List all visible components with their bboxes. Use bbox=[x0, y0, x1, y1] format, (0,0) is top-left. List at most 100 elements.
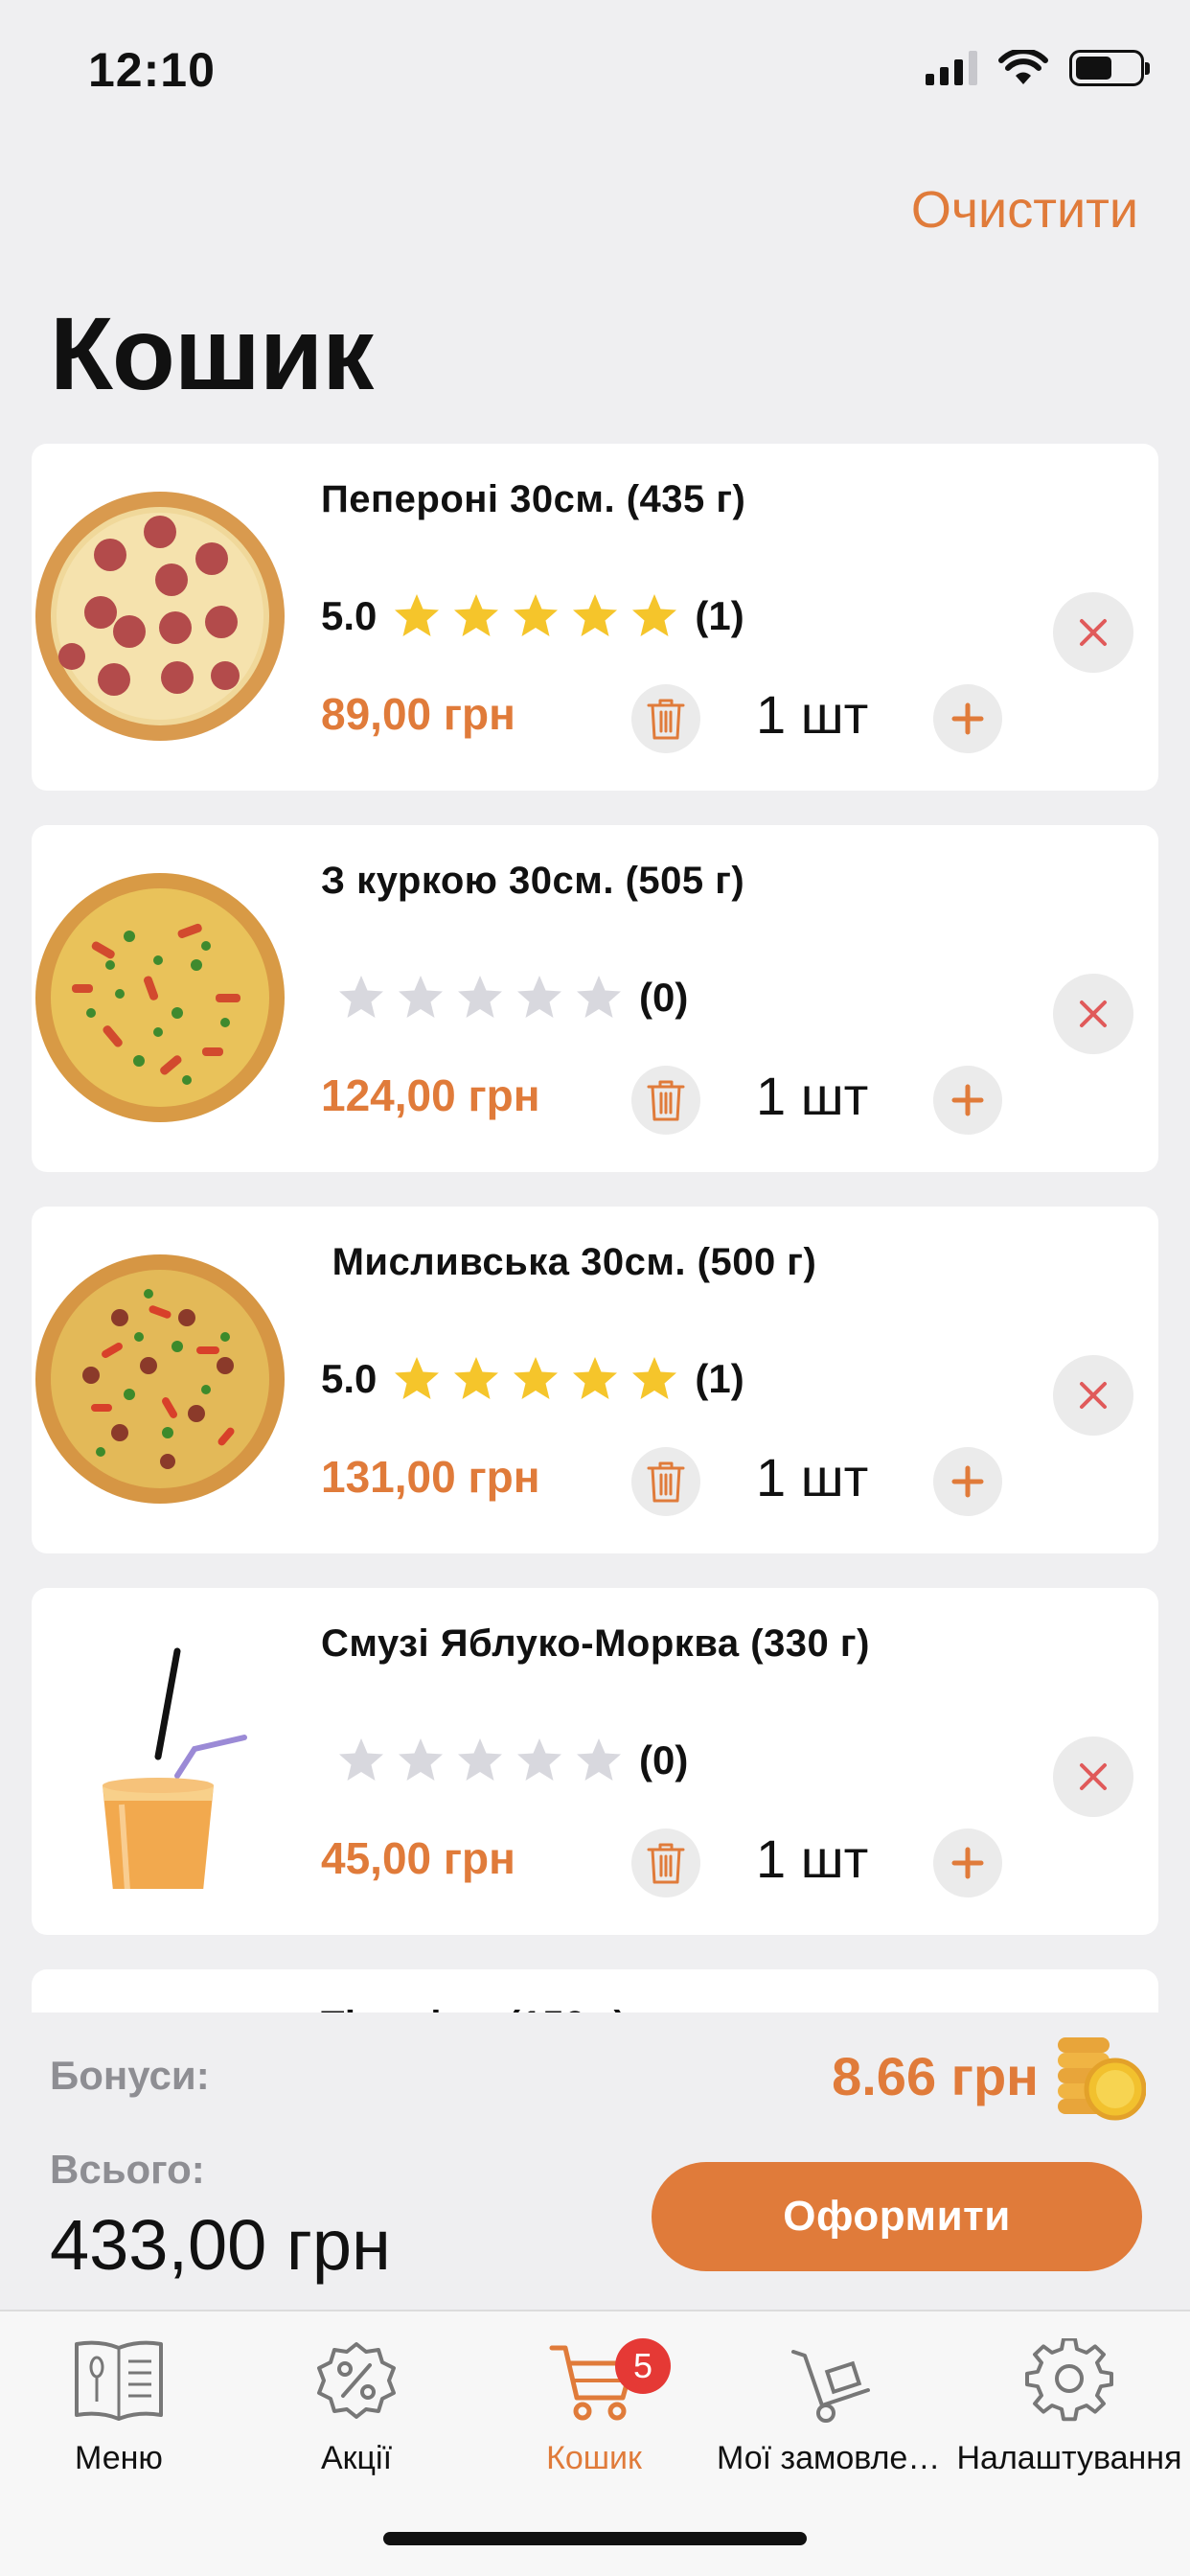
rating-row: (0) bbox=[321, 1732, 688, 1789]
star-empty-icon bbox=[517, 976, 561, 1018]
cart-item: Пепероні 30см. (435 г) 5.0 (1) 89,00 грн… bbox=[32, 444, 1158, 791]
coins-icon bbox=[1058, 2037, 1146, 2121]
wifi-icon bbox=[998, 50, 1048, 84]
star-empty-icon bbox=[339, 976, 383, 1018]
trash-icon bbox=[647, 699, 685, 740]
pepperoni-pizza-image bbox=[35, 492, 285, 741]
tab-promotions[interactable]: Акції bbox=[238, 2338, 475, 2477]
star-empty-icon bbox=[458, 976, 502, 1018]
tab-label: Меню bbox=[75, 2440, 163, 2476]
tab-menu[interactable]: Меню bbox=[0, 2338, 238, 2477]
close-icon bbox=[1080, 1000, 1107, 1027]
remove-item-button[interactable] bbox=[1053, 974, 1133, 1054]
star-rating bbox=[336, 973, 624, 1023]
rating-row: 5.0 (1) bbox=[321, 1350, 744, 1408]
decrease-quantity-button[interactable] bbox=[631, 684, 700, 753]
increase-quantity-button[interactable] bbox=[933, 1828, 1002, 1898]
star-empty-icon bbox=[517, 1738, 561, 1781]
status-icons bbox=[926, 50, 1150, 86]
star-rating bbox=[392, 591, 679, 641]
star-filled-icon bbox=[454, 1357, 499, 1399]
plus-icon bbox=[951, 1847, 984, 1879]
status-time: 12:10 bbox=[88, 43, 216, 97]
increase-quantity-button[interactable] bbox=[933, 684, 1002, 753]
item-name: Смузі Яблуко-Морква (330 г) bbox=[321, 1622, 870, 1665]
star-filled-icon bbox=[573, 1357, 618, 1399]
star-empty-icon bbox=[399, 1738, 443, 1781]
item-name: Пепероні 30см. (435 г) bbox=[321, 478, 746, 520]
plus-icon bbox=[951, 1084, 984, 1116]
star-empty-icon bbox=[458, 1738, 502, 1781]
rating-count: (0) bbox=[639, 975, 689, 1020]
plus-icon bbox=[951, 702, 984, 735]
star-empty-icon bbox=[577, 976, 621, 1018]
star-rating bbox=[336, 1736, 624, 1785]
star-rating bbox=[392, 1354, 679, 1404]
cart-item: Мисливська 30см. (500 г) 5.0 (1) 131,00 … bbox=[32, 1207, 1158, 1553]
star-filled-icon bbox=[395, 1357, 440, 1399]
remove-item-button[interactable] bbox=[1053, 592, 1133, 673]
decrease-quantity-button[interactable] bbox=[631, 1828, 700, 1898]
decrease-quantity-button[interactable] bbox=[631, 1066, 700, 1135]
tab-my-orders[interactable]: Мої замовлення bbox=[713, 2338, 950, 2477]
tab-label: Кошик bbox=[546, 2440, 642, 2476]
cellular-signal-icon bbox=[926, 51, 977, 85]
item-name: З куркою 30см. (505 г) bbox=[321, 860, 745, 902]
star-filled-icon bbox=[632, 1357, 677, 1399]
item-quantity: 1 шт bbox=[756, 684, 869, 745]
bonus-value: 8.66 грн bbox=[832, 2046, 1039, 2106]
rating-count: (1) bbox=[695, 593, 744, 638]
plus-icon bbox=[951, 1465, 984, 1498]
star-filled-icon bbox=[454, 594, 499, 636]
item-quantity: 1 шт bbox=[756, 1447, 869, 1507]
cart-item: З куркою 30см. (505 г) (0) 124,00 грн 1 … bbox=[32, 825, 1158, 1172]
battery-icon bbox=[1069, 50, 1150, 86]
rating-score: 5.0 bbox=[321, 1356, 378, 1401]
hunter-pizza-image bbox=[35, 1254, 285, 1504]
star-filled-icon bbox=[632, 594, 677, 636]
chicken-pizza-image bbox=[35, 873, 285, 1122]
star-filled-icon bbox=[395, 594, 440, 636]
tab-cart[interactable]: 5 Кошик bbox=[475, 2338, 713, 2477]
tab-bar: Меню Акції 5 Кошик Мої замовлення Налашт… bbox=[0, 2310, 1190, 2576]
checkout-button[interactable]: Оформити bbox=[652, 2162, 1142, 2271]
item-name: Мисливська 30см. (500 г) bbox=[321, 1241, 817, 1283]
remove-item-button[interactable] bbox=[1053, 1355, 1133, 1436]
cart-item: Смузі Яблуко-Морква (330 г) (0) 45,00 гр… bbox=[32, 1588, 1158, 1935]
remove-item-button[interactable] bbox=[1053, 1736, 1133, 1817]
gear-icon bbox=[1025, 2338, 1113, 2422]
increase-quantity-button[interactable] bbox=[933, 1447, 1002, 1516]
hand-truck-icon bbox=[791, 2350, 870, 2423]
item-price: 89,00 грн bbox=[321, 689, 515, 739]
close-icon bbox=[1080, 619, 1107, 646]
rating-count: (1) bbox=[695, 1356, 744, 1401]
rating-row: (0) bbox=[321, 969, 688, 1026]
rating-count: (0) bbox=[639, 1737, 689, 1782]
order-summary: Бонуси: 8.66 грн Всього: 433,00 грн Офор… bbox=[0, 2012, 1190, 2310]
bonus-label: Бонуси: bbox=[50, 2053, 210, 2098]
close-icon bbox=[1080, 1382, 1107, 1409]
total-label: Всього: bbox=[50, 2147, 205, 2192]
rating-score: 5.0 bbox=[321, 593, 378, 638]
cart-count-badge: 5 bbox=[615, 2338, 671, 2394]
star-empty-icon bbox=[399, 976, 443, 1018]
star-empty-icon bbox=[577, 1738, 621, 1781]
tab-settings[interactable]: Налаштування bbox=[950, 2338, 1188, 2477]
item-price: 124,00 грн bbox=[321, 1070, 540, 1120]
close-icon bbox=[1080, 1763, 1107, 1790]
clear-cart-button[interactable]: Очистити bbox=[911, 180, 1138, 240]
menu-book-icon bbox=[75, 2340, 163, 2421]
total-value: 433,00 грн bbox=[50, 2205, 391, 2285]
rating-row: 5.0 (1) bbox=[321, 587, 744, 645]
item-quantity: 1 шт bbox=[756, 1828, 869, 1889]
tab-label: Акції bbox=[320, 2440, 393, 2476]
trash-icon bbox=[647, 1461, 685, 1503]
decrease-quantity-button[interactable] bbox=[631, 1447, 700, 1516]
star-filled-icon bbox=[573, 594, 618, 636]
smoothie-glass-image bbox=[103, 1647, 247, 1889]
star-filled-icon bbox=[514, 594, 559, 636]
cart-list[interactable]: Пепероні 30см. (435 г) 5.0 (1) 89,00 грн… bbox=[32, 444, 1158, 2020]
increase-quantity-button[interactable] bbox=[933, 1066, 1002, 1135]
status-bar: 12:10 bbox=[0, 0, 1190, 144]
discount-badge-icon bbox=[317, 2342, 396, 2419]
